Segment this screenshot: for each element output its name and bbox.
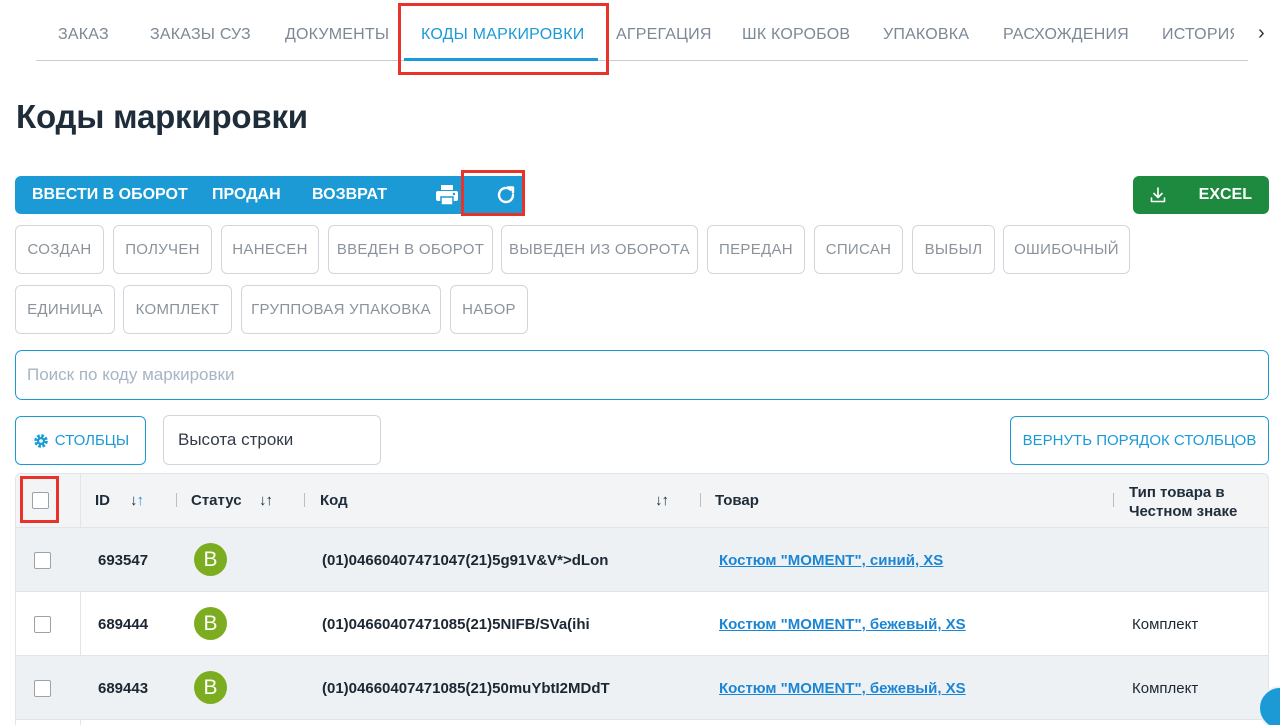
row-checkbox[interactable] xyxy=(34,552,51,569)
tab-suz-orders[interactable]: ЗАКАЗЫ СУЗ xyxy=(150,26,251,44)
row-checkbox[interactable] xyxy=(34,616,51,633)
tab-discrepancies[interactable]: РАСХОЖДЕНИЯ xyxy=(1003,26,1129,44)
row-product-type: Комплект xyxy=(1132,616,1199,633)
product-link[interactable]: Костюм "MOMENT", бежевый, XS xyxy=(719,616,966,633)
gear-icon xyxy=(33,433,48,448)
row-code: (01)04660407471085(21)50muYbtI2MDdT xyxy=(322,680,610,697)
filter-type-kit[interactable]: КОМПЛЕКТ xyxy=(123,285,232,334)
product-link[interactable]: Костюм "MOMENT", бежевый, XS xyxy=(719,680,966,697)
row-id: 689444 xyxy=(98,616,149,633)
filter-status-created[interactable]: СОЗДАН xyxy=(15,225,104,274)
tab-bar: ЗАКАЗ ЗАКАЗЫ СУЗ ДОКУМЕНТЫ КОДЫ МАРКИРОВ… xyxy=(36,0,1248,61)
column-header-product-type-line1: Тип товара в xyxy=(1129,484,1225,501)
row-code: (01)04660407471047(21)5g91V&V*>dLon xyxy=(322,552,609,569)
printer-icon[interactable] xyxy=(435,184,459,206)
row-height-select[interactable]: Высота строки xyxy=(163,415,381,465)
row-checkbox[interactable] xyxy=(34,680,51,697)
download-icon xyxy=(1150,187,1166,203)
filter-status-transferred[interactable]: ПЕРЕДАН xyxy=(707,225,805,274)
row-code: (01)04660407471085(21)5NIFB/SVa(ihi xyxy=(322,616,590,633)
return-button[interactable]: ВОЗВРАТ xyxy=(312,186,387,204)
sort-code-icon[interactable]: ↓↑ xyxy=(655,492,669,509)
action-toolbar: ВВЕСТИ В ОБОРОТ ПРОДАН ВОЗВРАТ xyxy=(15,176,522,214)
row-id: 693547 xyxy=(98,552,149,569)
search-input[interactable] xyxy=(15,350,1269,400)
active-tab-indicator xyxy=(404,58,598,61)
excel-label: EXCEL xyxy=(1198,186,1252,203)
column-separator xyxy=(700,493,701,507)
column-header-product-type[interactable]: Тип товара в Честном знаке xyxy=(1129,483,1237,521)
select-all-checkbox[interactable] xyxy=(32,492,49,509)
tab-history[interactable]: ИСТОРИЯ И xyxy=(1162,26,1234,44)
tab-documents[interactable]: ДОКУМЕНТЫ xyxy=(285,26,389,44)
marking-codes-table: ID ↓↑ Статус ↓↑ Код ↓↑ Товар Тип товара … xyxy=(15,473,1269,725)
tab-aggregation[interactable]: АГРЕГАЦИЯ xyxy=(616,26,712,44)
column-separator xyxy=(1113,493,1114,507)
filter-status-withdrawn[interactable]: ВЫВЕДЕН ИЗ ОБОРОТА xyxy=(501,225,698,274)
tab-packaging[interactable]: УПАКОВКА xyxy=(883,26,969,44)
filter-type-unit[interactable]: ЕДИНИЦА xyxy=(15,285,115,334)
table-row[interactable]: 689443 В (01)04660407471085(21)50muYbtI2… xyxy=(16,656,1268,720)
column-header-product[interactable]: Товар xyxy=(715,492,759,509)
page-title: Коды маркировки xyxy=(16,98,308,135)
filter-status-received[interactable]: ПОЛУЧЕН xyxy=(113,225,212,274)
sold-button[interactable]: ПРОДАН xyxy=(212,186,281,204)
tab-order[interactable]: ЗАКАЗ xyxy=(58,26,109,44)
column-header-product-type-line2: Честном знаке xyxy=(1129,503,1238,520)
enter-circulation-button[interactable]: ВВЕСТИ В ОБОРОТ xyxy=(32,186,188,204)
tab-box-barcodes[interactable]: ШК КОРОБОВ xyxy=(742,26,850,44)
chevron-right-icon[interactable]: › xyxy=(1258,22,1265,45)
sort-id-icon[interactable]: ↓↑ xyxy=(130,492,144,509)
filter-type-set[interactable]: НАБОР xyxy=(450,285,528,334)
filter-status-applied[interactable]: НАНЕСЕН xyxy=(221,225,319,274)
row-product-type: Комплект xyxy=(1132,680,1199,697)
status-badge: В xyxy=(194,607,227,640)
table-row[interactable]: 689444 В (01)04660407471085(21)5NIFB/SVa… xyxy=(16,592,1268,656)
column-separator xyxy=(176,493,177,507)
table-row[interactable]: 693547 В (01)04660407471047(21)5g91V&V*>… xyxy=(16,528,1268,592)
filter-status-written-off[interactable]: СПИСАН xyxy=(814,225,903,274)
column-header-id[interactable]: ID xyxy=(95,492,110,509)
status-badge: В xyxy=(194,543,227,576)
filter-status-erroneous[interactable]: ОШИБОЧНЫЙ xyxy=(1003,225,1130,274)
refresh-icon[interactable] xyxy=(494,184,518,206)
reset-column-order-button[interactable]: ВЕРНУТЬ ПОРЯДОК СТОЛБЦОВ xyxy=(1010,416,1269,465)
filter-status-in-circulation[interactable]: ВВЕДЕН В ОБОРОТ xyxy=(328,225,493,274)
row-id: 689443 xyxy=(98,680,149,697)
excel-export-button[interactable]: EXCEL xyxy=(1133,176,1269,214)
table-header: ID ↓↑ Статус ↓↑ Код ↓↑ Товар Тип товара … xyxy=(16,474,1268,528)
column-header-code[interactable]: Код xyxy=(320,492,348,509)
filter-type-group-pack[interactable]: ГРУППОВАЯ УПАКОВКА xyxy=(241,285,441,334)
status-badge: В xyxy=(194,671,227,704)
product-link[interactable]: Костюм "MOMENT", синий, XS xyxy=(719,552,943,569)
sort-status-icon[interactable]: ↓↑ xyxy=(259,492,273,509)
column-header-status[interactable]: Статус xyxy=(191,492,242,509)
column-separator xyxy=(304,493,305,507)
filter-status-retired[interactable]: ВЫБЫЛ xyxy=(912,225,995,274)
columns-button[interactable]: СТОЛБЦЫ xyxy=(15,416,146,465)
columns-label: СТОЛБЦЫ xyxy=(54,432,130,449)
tab-marking-codes[interactable]: КОДЫ МАРКИРОВКИ xyxy=(421,26,584,44)
